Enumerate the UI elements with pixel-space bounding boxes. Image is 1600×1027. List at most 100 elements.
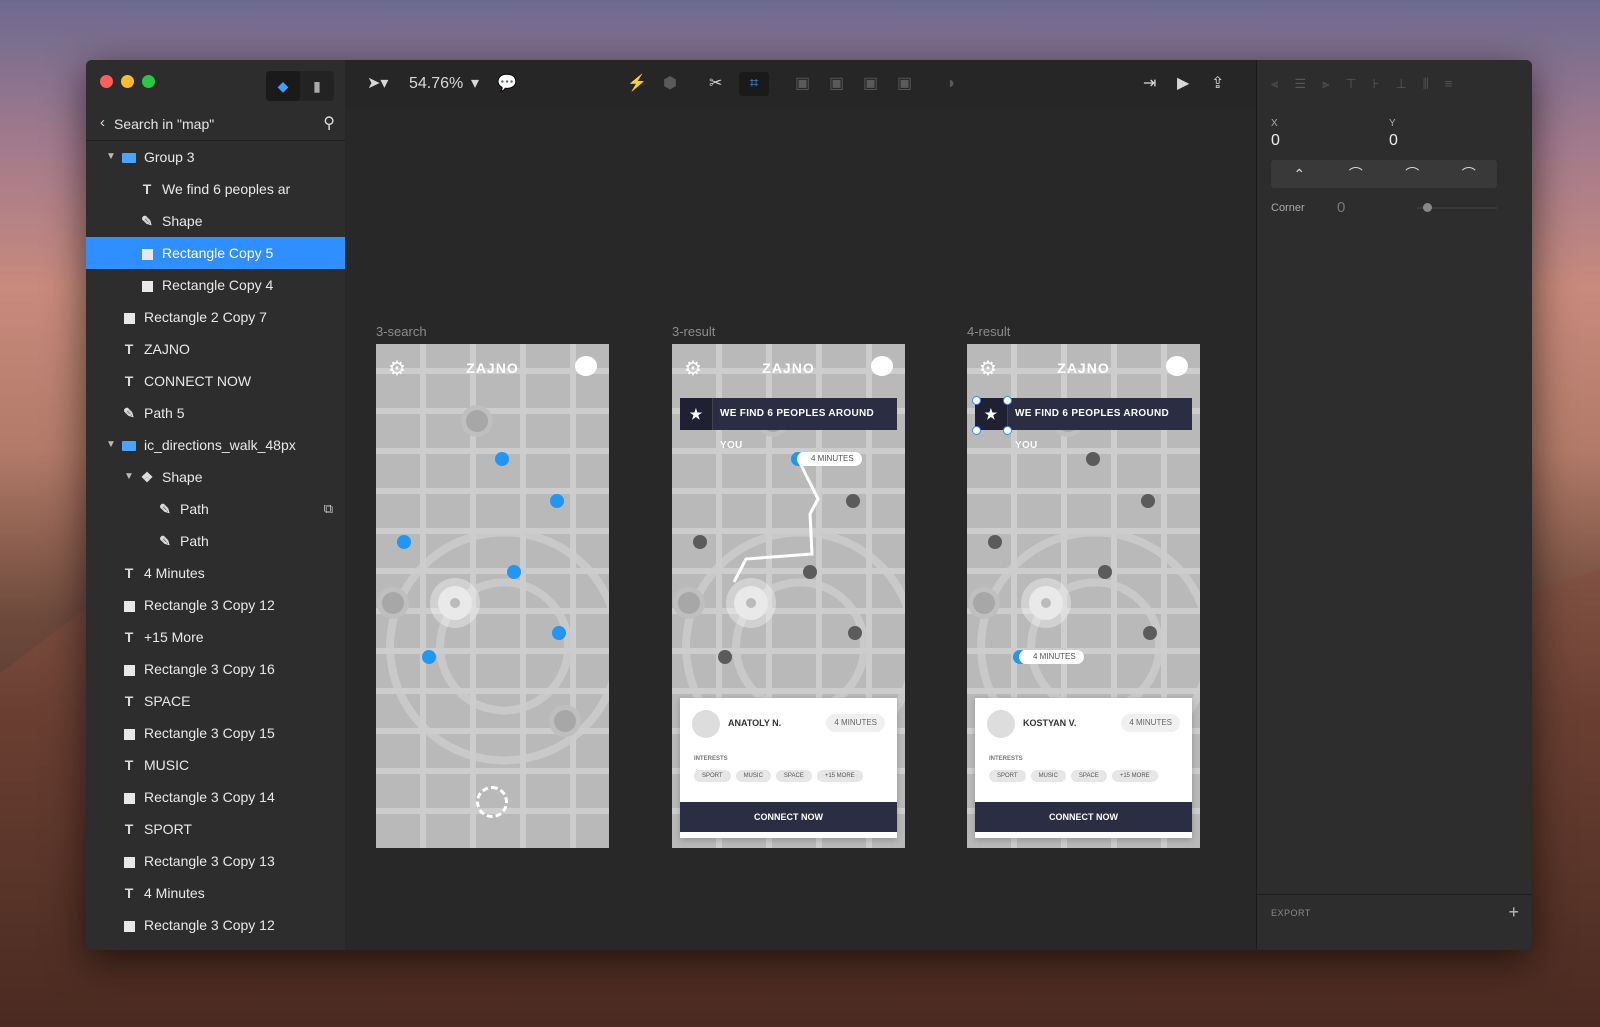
layer-row[interactable]: ▼ ❖ Shape [86,461,345,493]
artboard-name[interactable]: 3-result [672,324,715,339]
distribute-horizontal-icon[interactable]: ⫼ [1423,76,1429,92]
subtract-icon[interactable]: ▣ [829,72,844,96]
selection-handle[interactable] [1003,396,1012,405]
corner-slider-knob[interactable] [1423,203,1432,212]
artboard[interactable]: ⚙ ZAJNO 4 MINUTES ★ WE FIND 6 PEOPLES AROUND… [672,344,905,848]
minimize-window-button[interactable] [121,75,134,88]
layer-row[interactable]: ✎ Path [86,525,345,557]
asymmetric-point-icon[interactable]: ⌒ [1384,160,1441,188]
layer-row[interactable]: T 4 Minutes [86,877,345,909]
preview-play-icon[interactable]: ▶ [1177,72,1189,96]
text-icon: T [124,821,134,837]
layers-mode-icon[interactable]: ◆ [266,71,300,101]
layer-row[interactable]: T SPORT [86,813,345,845]
app-header: ⚙ ZAJNO [967,344,1200,390]
layer-row[interactable]: Rectangle Copy 4 [86,269,345,301]
align-bottom-icon[interactable]: ⊥ [1395,76,1406,92]
layer-row[interactable]: ✎ Shape [86,205,345,237]
edit-points-icon[interactable]: ⌗ [739,72,769,96]
artboard[interactable]: ⚙ ZAJNO [376,344,609,848]
layer-row[interactable]: Rectangle 3 Copy 12 [86,909,345,941]
layer-row[interactable]: T MUSIC [86,749,345,781]
mirrored-point-icon[interactable]: ⌒ [1328,160,1385,188]
layer-row[interactable]: T +15 More [86,621,345,653]
intersect-icon[interactable]: ▣ [863,72,878,96]
layer-row[interactable]: T We find 6 peoples ar [86,173,345,205]
symbols-mode-icon[interactable]: ▮ [300,71,334,101]
rectangle-icon [122,909,136,941]
back-chevron-icon[interactable]: ‹ [100,114,105,131]
layer-row[interactable]: Rectangle 3 Copy 14 [86,781,345,813]
walk-time-badge: 4 MINUTES [1121,714,1180,732]
connect-now-button[interactable]: CONNECT NOW [975,802,1192,832]
interest-tag: SPACE [1070,770,1107,782]
layer-row[interactable]: ▼ ic_directions_walk_48px [86,429,345,461]
zoom-window-button[interactable] [142,75,155,88]
share-icon[interactable]: ⇪ [1211,72,1224,96]
zoom-dropdown-icon[interactable]: ▾ [471,72,479,96]
close-window-button[interactable] [100,75,113,88]
exclude-icon[interactable]: ▣ [897,72,912,96]
layer-label: Rectangle 3 Copy 14 [144,789,275,805]
user-card: ANATOLY N. 4 MINUTES INTERESTS SPORT MUSIC SP… [680,698,897,838]
boolean-op-icon[interactable]: ⧉ [324,493,333,525]
layer-row[interactable]: T CONNECT NOW [86,365,345,397]
layer-row[interactable]: Rectangle 3 Copy 16 [86,653,345,685]
text-icon: T [124,693,134,709]
lightning-icon[interactable]: ⚡ [627,72,647,96]
comment-icon[interactable]: 💬 [497,72,517,96]
align-top-icon[interactable]: ⊤ [1345,76,1356,92]
window-controls [100,75,155,88]
align-right-icon[interactable]: ⫸ [1322,76,1329,92]
disconnected-point-icon[interactable]: ⌒ [1441,160,1498,188]
union-icon[interactable]: ▣ [795,72,810,96]
artboard-name[interactable]: 4-result [967,324,1010,339]
design-canvas[interactable]: 3-search ⚙ ZAJNO 3-result ⚙ ZAJNO 4 MINUTES ★ WE… [345,108,1256,950]
straight-point-icon[interactable]: ⌃ [1271,160,1328,188]
y-field[interactable]: 0 [1389,132,1398,150]
disclosure-triangle-icon[interactable]: ▼ [106,141,116,173]
connect-now-button[interactable]: CONNECT NOW [680,802,897,832]
search-icon[interactable]: ⚲ [323,113,335,133]
artboard[interactable]: ⚙ ZAJNO 4 MINUTES ★ WE FIND 6 PEOPLES AROUND… [967,344,1200,848]
alignment-tools: ⫷ ☰ ⫸ ⊤ ⊦ ⊥ ⫼ ≡ [1271,76,1452,92]
x-label: X [1271,118,1278,129]
layer-row[interactable]: ▼ Group 3 [86,141,345,173]
layer-label: Rectangle Copy 4 [162,277,274,293]
zoom-level[interactable]: 54.76% [409,72,463,96]
x-field[interactable]: 0 [1271,132,1280,150]
mask-icon[interactable]: ◑ [945,72,955,96]
disclosure-triangle-icon[interactable]: ▼ [124,461,134,493]
corner-label: Corner [1271,202,1305,214]
layer-row[interactable]: Rectangle 2 Copy 7 [86,301,345,333]
scissors-icon[interactable]: ✂ [709,72,722,96]
corner-field[interactable]: 0 [1337,199,1345,216]
selection-handle[interactable] [972,396,981,405]
align-middle-icon[interactable]: ⊦ [1373,76,1380,92]
user-location-dot [397,535,411,549]
import-icon[interactable]: ⇥ [1143,72,1156,96]
user-location-dot [507,565,521,579]
disclosure-triangle-icon[interactable]: ▼ [106,429,116,461]
artboard-name[interactable]: 3-search [376,324,427,339]
distribute-vertical-icon[interactable]: ≡ [1445,76,1453,92]
layer-label: Rectangle 2 Copy 7 [144,309,267,325]
select-tool-icon[interactable]: ➤▾ [367,72,388,96]
bear-avatar-icon [575,356,597,376]
layer-row[interactable]: ✎ Path 5 [86,397,345,429]
layer-row[interactable]: Rectangle 3 Copy 15 [86,717,345,749]
selection-handle[interactable] [1003,426,1012,435]
layer-row[interactable]: Rectangle Copy 5 [86,237,345,269]
add-export-icon[interactable]: + [1508,902,1519,923]
layer-row[interactable]: T 4 Minutes [86,557,345,589]
layer-row[interactable]: Rectangle 3 Copy 13 [86,845,345,877]
layer-label: ic_directions_walk_48px [144,437,296,453]
align-center-icon[interactable]: ☰ [1294,76,1306,92]
layer-row[interactable]: T ZAJNO [86,333,345,365]
layer-row[interactable]: T SPACE [86,685,345,717]
hexagon-icon[interactable]: ⬢ [663,72,677,96]
selection-handle[interactable] [972,426,981,435]
layer-row[interactable]: Rectangle 3 Copy 12 [86,589,345,621]
align-left-icon[interactable]: ⫷ [1271,76,1278,92]
layer-row[interactable]: ✎ Path ⧉ [86,493,345,525]
